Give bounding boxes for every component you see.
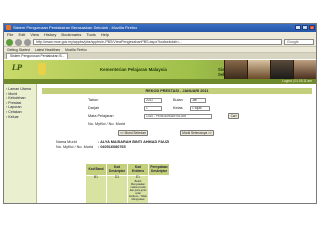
- main-content: REKOD PRESTASI - JANUARI 2011 Tahun 2011…: [38, 84, 316, 203]
- column-header: Pernyataan Deskriptor: [148, 163, 170, 176]
- navigation-toolbar: http://www.moe.gov.my/appbs/pbs/sppbs/e-…: [4, 38, 316, 47]
- evidence-status: Evidens : Tidak Menguasai: [129, 194, 147, 201]
- browser-tab[interactable]: Sistem Pengurusan Pentaksiran B...: [6, 53, 69, 59]
- menu-tools[interactable]: Tools: [86, 32, 95, 38]
- menu-edit[interactable]: Edit: [18, 32, 25, 38]
- band-cell: B1: [85, 175, 107, 203]
- banner-photo: [270, 60, 293, 79]
- banner-photo: [224, 60, 247, 79]
- browser-window: Sistem Pengurusan Pentaksiran Berasaskan…: [3, 23, 317, 204]
- sidebar-item-keluar[interactable]: Keluar: [4, 115, 36, 120]
- close-button[interactable]: ×: [309, 25, 315, 30]
- statement-cell: [148, 175, 170, 203]
- column-header: Kod Deskriptor: [106, 163, 128, 176]
- minimize-button[interactable]: _: [295, 25, 301, 30]
- column-header: Kod Band: [85, 163, 107, 176]
- darjah-label: Darjah: [88, 106, 100, 110]
- next-student-button[interactable]: Murid Seterusnya >>: [180, 130, 214, 136]
- banner-photo: [293, 60, 316, 79]
- darjah-select[interactable]: 1: [144, 106, 162, 111]
- reload-icon[interactable]: [24, 38, 31, 46]
- bulan-select[interactable]: Jan: [190, 98, 206, 103]
- no-murid-info-label: No. MyKid / No. Murid: [56, 145, 94, 149]
- sidebar: Laman Utama Murid Kebolehan Prestasi Lap…: [4, 84, 37, 203]
- menu-help[interactable]: Help: [101, 32, 109, 38]
- forward-icon[interactable]: [15, 38, 22, 46]
- table-row: B1 D1 E1 Boleh Menyatakan maksud solat d…: [85, 175, 170, 203]
- menu-file[interactable]: File: [7, 32, 13, 38]
- results-header-row: Kod Band Kod Deskriptor Kod Evidens Pern…: [85, 163, 170, 176]
- nama-murid-label: Nama Murid: [56, 140, 77, 144]
- menu-bookmarks[interactable]: Bookmarks: [61, 32, 81, 38]
- mata-pelajaran-select[interactable]: 1310 - PENDIDIKAN ISLAM: [144, 114, 212, 119]
- search-input[interactable]: Google: [284, 39, 314, 45]
- address-bar[interactable]: http://www.moe.gov.my/appbs/pbs/sppbs/e-…: [33, 39, 282, 45]
- menu-history[interactable]: History: [44, 32, 56, 38]
- tahun-select[interactable]: 2011: [144, 98, 162, 103]
- banner-photo: [247, 60, 270, 79]
- site-banner: LP Kementerian Pelajaran Malaysia Sistem…: [4, 60, 316, 79]
- no-murid-value: : 040516080765: [98, 145, 126, 149]
- window-title-bar: Sistem Pengurusan Pentaksiran Berasaskan…: [4, 24, 316, 32]
- firefox-icon: [6, 25, 11, 30]
- no-murid-text: : 040516080765: [98, 145, 126, 149]
- tahun-label: Tahun: [88, 98, 99, 102]
- department-name: Kementerian Pelajaran Malaysia: [100, 67, 167, 72]
- evidence-note: Boleh Menyatakan maksud solat dan jenis-…: [129, 179, 147, 195]
- window-controls: _ □ ×: [295, 25, 315, 30]
- cari-button[interactable]: Cari: [228, 113, 239, 119]
- menu-view[interactable]: View: [30, 32, 39, 38]
- kelas-select[interactable]: 1 Bijak: [190, 106, 210, 111]
- column-header: Kod Evidens: [127, 163, 149, 176]
- crest-icon: [38, 63, 46, 75]
- web-page: LP Kementerian Pelajaran Malaysia Sistem…: [4, 60, 316, 203]
- bookmark-item[interactable]: Mozilla Firefox: [65, 47, 87, 52]
- tab-strip: Sistem Pengurusan Pentaksiran B...: [4, 53, 316, 59]
- site-logo: LP: [12, 63, 23, 72]
- results-table: Kod Band Kod Deskriptor Kod Evidens Pern…: [85, 163, 170, 203]
- previous-student-button[interactable]: << Murid Sebelum: [118, 130, 148, 136]
- maximize-button[interactable]: □: [302, 25, 308, 30]
- bookmark-item[interactable]: Getting Started: [7, 47, 30, 52]
- bulan-label: Bulan: [173, 98, 183, 102]
- banner-photos: [224, 60, 316, 79]
- no-murid-label: No. MyKid / No. Murid: [88, 122, 126, 126]
- window-title: Sistem Pengurusan Pentaksiran Berasaskan…: [13, 25, 138, 30]
- page-title: REKOD PRESTASI - JANUARI 2011: [42, 88, 312, 94]
- mata-pelajaran-label: Mata Pelajaran: [88, 114, 114, 118]
- nama-murid-value: : ALYA MAISARAH BINTI AHMAD FAUZI: [98, 140, 169, 144]
- bookmark-item[interactable]: Latest Headlines: [35, 47, 60, 52]
- evidence-cell: E1 Boleh Menyatakan maksud solat dan jen…: [127, 175, 149, 203]
- back-icon[interactable]: [6, 38, 13, 46]
- kelas-label: Kelas: [173, 106, 183, 110]
- descriptor-cell: D1: [106, 175, 128, 203]
- nama-murid-text: : ALYA MAISARAH BINTI AHMAD FAUZI: [98, 140, 170, 144]
